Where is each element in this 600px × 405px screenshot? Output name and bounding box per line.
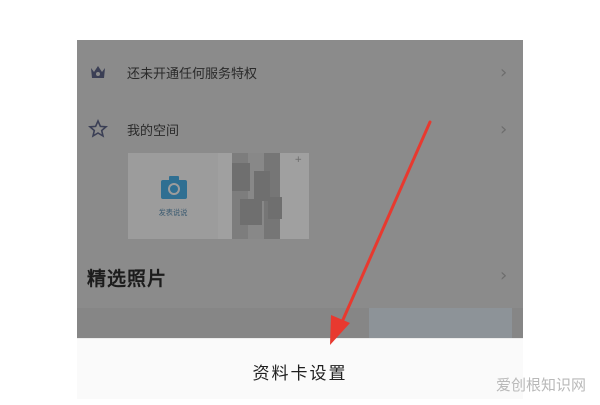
vip-crown-icon xyxy=(91,66,105,78)
service-privilege-row[interactable]: 还未开通任何服务特权 › xyxy=(77,54,523,90)
featured-photo-thumbnail[interactable] xyxy=(369,308,512,338)
chevron-right-icon: › xyxy=(500,61,508,83)
profile-card-settings-button[interactable]: 资料卡设置 xyxy=(77,338,523,399)
camera-icon xyxy=(161,176,187,199)
chevron-right-icon: › xyxy=(500,118,508,140)
post-upload-label: 发表说说 xyxy=(158,208,188,217)
service-privilege-label: 还未开通任何服务特权 xyxy=(127,66,258,82)
my-space-row[interactable]: 我的空间 › xyxy=(77,111,523,147)
featured-photos-title: 精选照片 xyxy=(87,268,168,290)
featured-photos-strip xyxy=(77,308,523,338)
chevron-right-icon[interactable]: › xyxy=(500,265,507,286)
my-space-label: 我的空间 xyxy=(127,123,180,139)
space-photo-thumbnail[interactable]: + xyxy=(218,153,309,239)
profile-panel: 还未开通任何服务特权 › 我的空间 › 发表说说 + 精选照片 › xyxy=(77,40,523,338)
star-icon xyxy=(88,119,108,138)
profile-card-settings-label: 资料卡设置 xyxy=(252,364,348,384)
post-upload-tile[interactable]: 发表说说 xyxy=(128,153,218,239)
more-icon: + xyxy=(294,155,302,165)
watermark-text: 爱创根知识网 xyxy=(496,376,587,394)
